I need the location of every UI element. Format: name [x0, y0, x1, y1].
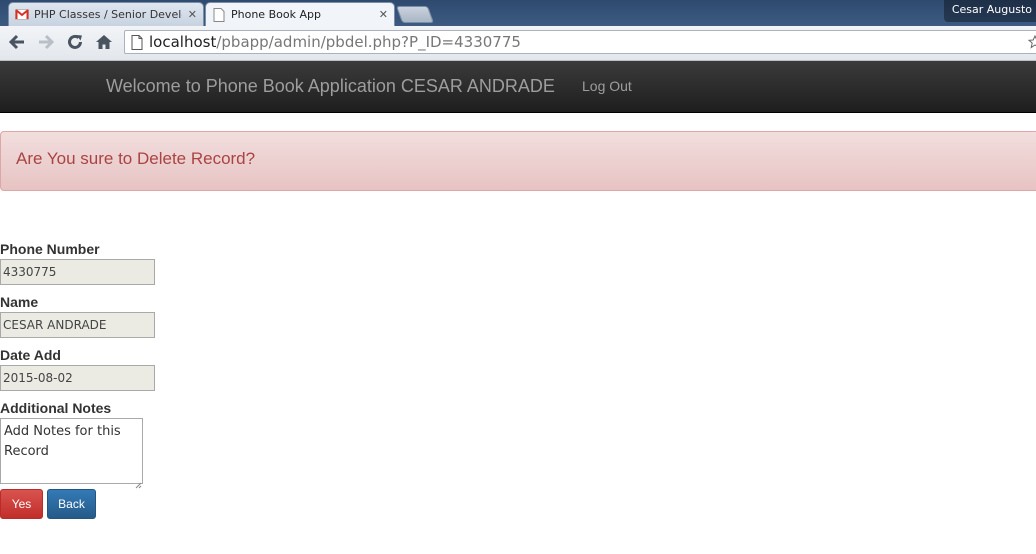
browser-toolbar: localhost/pbapp/admin/pbdel.php?P_ID=433…	[0, 26, 1036, 61]
forward-arrow-icon[interactable]	[35, 31, 57, 53]
additional-notes-textarea[interactable]: Add Notes for this Record	[0, 418, 143, 484]
tab-label: PHP Classes / Senior Develop	[34, 8, 182, 21]
browser-tab-phonebook[interactable]: Phone Book App ✕	[205, 2, 395, 26]
date-add-label: Date Add	[0, 347, 61, 363]
url-host: localhost	[149, 33, 217, 51]
app-navbar: Welcome to Phone Book Application CESAR …	[0, 61, 1036, 113]
yes-button[interactable]: Yes	[0, 489, 43, 519]
date-add-field[interactable]: 2015-08-02	[0, 365, 155, 391]
browser-tab-phpclasses[interactable]: PHP Classes / Senior Develop ✕	[8, 2, 204, 26]
navbar-brand[interactable]: Welcome to Phone Book Application CESAR …	[106, 76, 555, 97]
back-button[interactable]: Back	[47, 489, 96, 519]
address-bar[interactable]: localhost/pbapp/admin/pbdel.php?P_ID=433…	[124, 30, 1036, 54]
close-icon[interactable]: ✕	[379, 8, 388, 21]
reload-icon[interactable]	[64, 31, 86, 53]
bookmark-star-icon[interactable]	[1027, 34, 1036, 54]
new-tab-button[interactable]	[395, 6, 435, 23]
additional-notes-label: Additional Notes	[0, 400, 112, 416]
phone-number-label: Phone Number	[0, 241, 100, 257]
phone-number-field[interactable]: 4330775	[0, 259, 155, 285]
home-icon[interactable]	[93, 31, 115, 53]
browser-tabstrip: PHP Classes / Senior Develop ✕ Phone Boo…	[0, 0, 1036, 26]
logout-link[interactable]: Log Out	[582, 78, 632, 94]
url-path: /pbapp/admin/pbdel.php?P_ID=4330775	[216, 33, 521, 51]
alert-message: Are You sure to Delete Record?	[16, 149, 256, 168]
page-icon	[212, 7, 226, 22]
tab-label: Phone Book App	[231, 8, 321, 21]
page-icon	[131, 34, 143, 50]
name-label: Name	[0, 294, 39, 310]
name-field[interactable]: CESAR ANDRADE	[0, 312, 155, 338]
back-arrow-icon[interactable]	[6, 31, 28, 53]
profile-name[interactable]: Cesar Augusto	[943, 0, 1036, 22]
gmail-icon	[15, 8, 29, 22]
close-icon[interactable]: ✕	[188, 8, 197, 21]
resize-grip-icon[interactable]	[135, 476, 142, 494]
delete-confirm-alert: Are You sure to Delete Record?	[0, 131, 1036, 191]
